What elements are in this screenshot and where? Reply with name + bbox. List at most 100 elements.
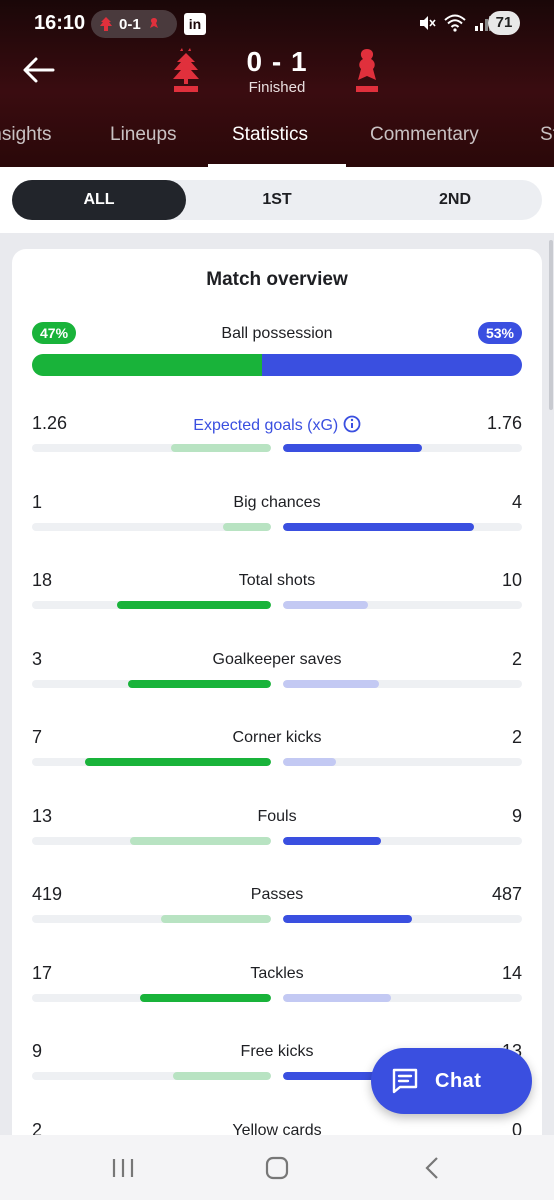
stat-away-value: 14 [501, 962, 522, 983]
stat-away-value: 2 [511, 648, 522, 669]
home-icon[interactable] [257, 1153, 297, 1183]
system-icons [418, 14, 492, 32]
chat-icon [392, 1068, 418, 1094]
stat-label: Total shots [32, 572, 522, 590]
wifi-icon [444, 14, 466, 32]
stat-home-track [32, 758, 271, 766]
stat-away-value: 487 [491, 884, 522, 904]
stat-label-text: Big chances [233, 493, 321, 511]
possession-home-fill [32, 354, 263, 376]
stat-label: Corner kicks [32, 729, 522, 747]
live-score-pill: 0-1 [91, 10, 177, 38]
period-all-button[interactable]: ALL [12, 180, 186, 220]
stat-away-track [283, 758, 522, 766]
match-header: 16:10 0-1 in 71 0 - 1 Finished Insights … [0, 0, 554, 167]
stat-label-text: Tackles [250, 964, 304, 982]
stat-away-value: 2 [511, 727, 522, 747]
stat-home-track [32, 915, 271, 923]
stat-away-track [283, 522, 522, 531]
stat-label: Goalkeeper saves [32, 651, 522, 669]
stat-away-fill [283, 836, 381, 845]
stat-away-track [283, 601, 522, 609]
stat-row: 3 Goalkeeper saves 2 [32, 649, 522, 709]
match-tabs: Insights Lineups Statistics Commentary S… [0, 112, 554, 167]
stat-away-value: 4 [511, 491, 522, 512]
stat-label-text: Expected goals (xG) [193, 417, 339, 434]
liverpool-crest-icon[interactable] [352, 46, 382, 96]
stat-away-fill [283, 915, 412, 923]
stat-away-track [283, 836, 522, 845]
stat-home-track [32, 1072, 271, 1080]
stat-row: 419 Passes 487 [32, 884, 522, 944]
chat-label: Chat [435, 1069, 482, 1092]
period-1st-button[interactable]: 1ST [192, 180, 362, 220]
forest-mini-icon [100, 17, 112, 31]
stat-label-text: Fouls [257, 807, 297, 825]
stat-home-fill [117, 601, 271, 609]
stat-label: Big chances [32, 494, 522, 512]
stat-home-track [32, 444, 271, 452]
stat-away-fill [283, 522, 475, 531]
match-status: Finished [248, 79, 306, 96]
status-bar: 16:10 0-1 in 71 [0, 0, 554, 46]
stat-away-track [283, 915, 522, 923]
stat-away-fill [283, 679, 379, 688]
stat-label: Tackles [32, 965, 522, 983]
stat-row: 13 Fouls 9 [32, 806, 522, 866]
stat-home-track [32, 993, 271, 1002]
stat-away-track [283, 444, 522, 452]
stat-label-text: Goalkeeper saves [212, 650, 342, 668]
mute-icon [420, 16, 436, 30]
stat-row: 17 Tackles 14 [32, 963, 522, 1023]
stat-home-track [32, 522, 271, 531]
stat-home-fill [129, 836, 271, 845]
stat-label: Passes [32, 886, 522, 904]
tab-more[interactable]: St [540, 124, 554, 146]
period-selector: ALL 1ST 2ND [12, 180, 542, 220]
match-overview-card: Match overview 47% Ball possession 53% 1… [12, 249, 542, 1159]
stat-home-fill [85, 758, 271, 766]
tab-statistics[interactable]: Statistics [232, 124, 308, 146]
tab-lineups[interactable]: Lineups [110, 124, 177, 146]
stat-away-fill [283, 993, 392, 1002]
info-icon[interactable] [343, 415, 361, 433]
back-icon[interactable] [413, 1153, 453, 1183]
stat-away-track [283, 679, 522, 688]
stat-label: Fouls [32, 808, 522, 826]
system-nav-bar [0, 1135, 554, 1200]
stat-home-track [32, 601, 271, 609]
period-selector-bar: ALL 1ST 2ND [0, 167, 554, 233]
stat-row: 7 Corner kicks 2 [32, 727, 522, 787]
battery-icon: 71 [488, 11, 520, 35]
stat-away-fill [283, 601, 369, 609]
stat-label-text: Free kicks [240, 1043, 314, 1060]
scrollbar[interactable] [549, 240, 553, 410]
tab-commentary[interactable]: Commentary [370, 124, 479, 146]
status-time: 16:10 [34, 12, 86, 34]
possession-away-fill [262, 354, 522, 376]
stat-away-value: 10 [501, 570, 522, 590]
possession-away-badge: 53% [477, 322, 522, 344]
stat-row: 1 Big chances 4 [32, 492, 522, 552]
possession-label: Ball possession [221, 325, 333, 342]
stat-label-text: Total shots [238, 572, 316, 589]
pill-score: 0-1 [119, 15, 141, 33]
stat-home-fill [171, 444, 271, 452]
recent-apps-icon[interactable] [103, 1153, 143, 1183]
card-title: Match overview [206, 269, 348, 290]
liverpool-mini-icon [149, 18, 158, 28]
tab-insights[interactable]: Insights [0, 124, 51, 146]
linkedin-icon: in [184, 13, 206, 35]
stat-away-value: 9 [511, 805, 522, 826]
stat-label[interactable]: Expected goals (xG) [32, 415, 522, 435]
stat-away-value: 1.76 [486, 413, 522, 433]
stat-home-fill [173, 1072, 271, 1080]
chat-button[interactable]: Chat [371, 1048, 532, 1114]
stat-home-fill [160, 915, 271, 923]
stat-away-fill [283, 444, 423, 452]
stat-row: 1.26 Expected goals (xG) 1.76 [32, 413, 522, 473]
stat-home-track [32, 836, 271, 845]
stat-row: 18 Total shots 10 [32, 570, 522, 630]
stat-home-fill [127, 679, 271, 688]
period-2nd-button[interactable]: 2ND [368, 180, 542, 220]
